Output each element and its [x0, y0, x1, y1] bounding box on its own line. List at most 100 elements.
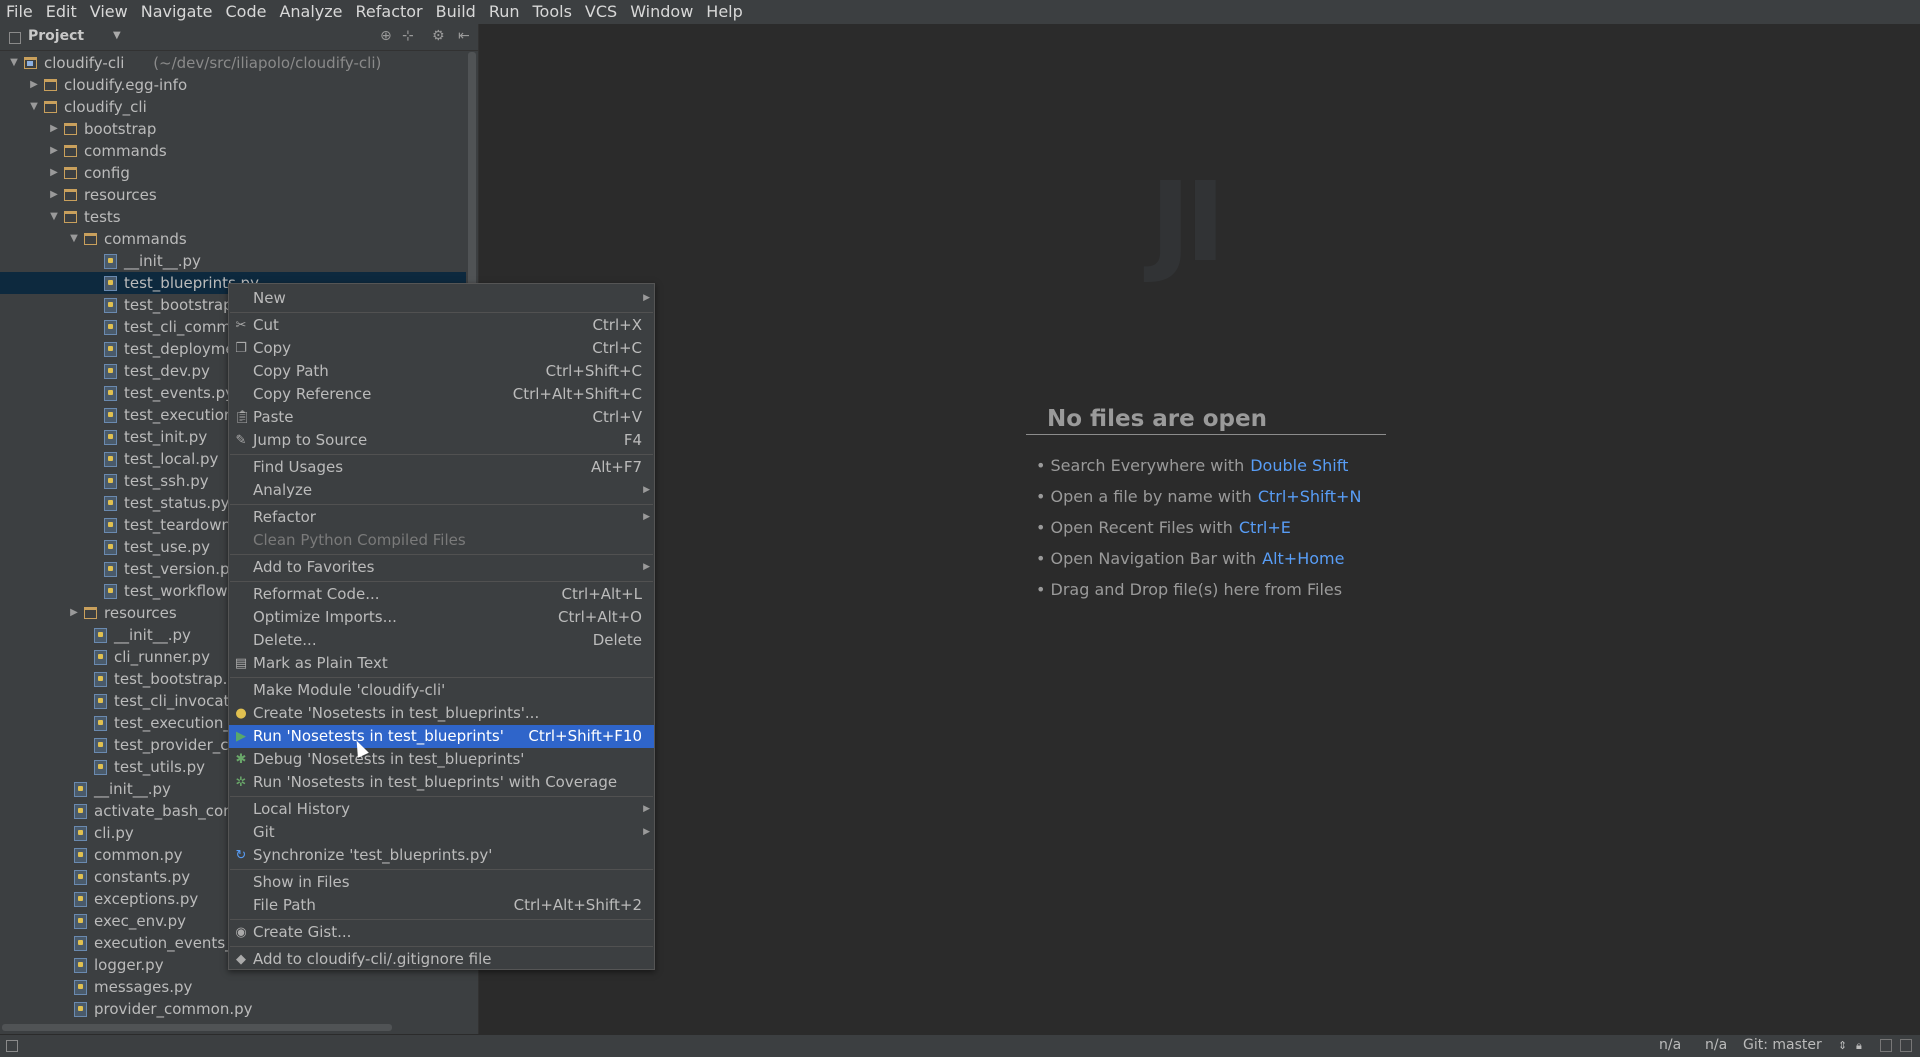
ctx-item-label: Git	[253, 823, 275, 841]
ctx-item-find-usages[interactable]: Find Usages Alt+F7	[229, 456, 654, 479]
menu-build[interactable]: Build	[430, 0, 483, 24]
ctx-item-create-gist[interactable]: ◉ Create Gist...	[229, 921, 654, 944]
ctx-item-add-to-favorites[interactable]: Add to Favorites ▶	[229, 556, 654, 579]
project-view-icon	[9, 32, 21, 44]
ctx-item-label: Mark as Plain Text	[253, 654, 388, 672]
hint-shortcut: Ctrl+E	[1238, 518, 1291, 537]
tree-node-label: constants.py	[94, 868, 191, 886]
menu-view[interactable]: View	[84, 0, 135, 24]
expanded-arrow-icon[interactable]: ▼	[68, 228, 80, 250]
menu-vcs[interactable]: VCS	[579, 0, 624, 24]
tree-node-label: test_bootstrap	[124, 296, 233, 314]
ctx-item-new[interactable]: New ▶	[229, 287, 654, 310]
tree-node-cloudify-egg-info[interactable]: ▶ cloudify.egg-info	[0, 74, 466, 96]
collapsed-arrow-icon[interactable]: ▶	[48, 184, 60, 206]
tree-node-messages-py[interactable]: messages.py	[0, 976, 466, 998]
python-file-icon	[74, 870, 87, 885]
cut-icon: ✂	[235, 318, 247, 333]
collapsed-arrow-icon[interactable]: ▶	[28, 74, 40, 96]
ctx-item-debug-nosetests-in-test-blueprints[interactable]: ✱ Debug 'Nosetests in test_blueprints'	[229, 748, 654, 771]
menu-analyze[interactable]: Analyze	[273, 0, 349, 24]
expanded-arrow-icon[interactable]: ▼	[8, 52, 20, 74]
scroll-from-source-icon[interactable]: ⊕	[380, 28, 392, 44]
ctx-item-make-module-cloudify-cli[interactable]: Make Module 'cloudify-cli'	[229, 679, 654, 702]
memory-indicator-icon[interactable]	[1880, 1039, 1892, 1052]
ctx-item-add-to-cloudify-cli-gitignore-file[interactable]: ◆ Add to cloudify-cli/.gitignore file	[229, 948, 654, 971]
collapsed-arrow-icon[interactable]: ▶	[48, 162, 60, 184]
line-separator[interactable]: n/a	[1705, 1037, 1727, 1053]
ctx-item-optimize-imports[interactable]: Optimize Imports... Ctrl+Alt+O	[229, 606, 654, 629]
ctx-item-show-in-files[interactable]: Show in Files	[229, 871, 654, 894]
menu-code[interactable]: Code	[220, 0, 274, 24]
menu-edit[interactable]: Edit	[40, 0, 84, 24]
ctx-item-copy[interactable]: ❐ Copy Ctrl+C	[229, 337, 654, 360]
tree-horizontal-scrollbar[interactable]	[2, 1024, 392, 1031]
folder-icon	[64, 211, 77, 223]
ctx-item-mark-as-plain-text[interactable]: ▤ Mark as Plain Text	[229, 652, 654, 675]
settings-gear-icon[interactable]: ⚙	[432, 28, 445, 44]
ctx-item-copy-reference[interactable]: Copy Reference Ctrl+Alt+Shift+C	[229, 383, 654, 406]
tree-node-tests[interactable]: ▼ tests	[0, 206, 466, 228]
ctx-item-file-path[interactable]: File Path Ctrl+Alt+Shift+2	[229, 894, 654, 917]
tree-node-label: test_deployme	[124, 340, 235, 358]
tree-node-label: activate_bash_comp	[94, 802, 248, 820]
hide-panel-icon[interactable]: ⇤	[458, 28, 470, 44]
menu-tools[interactable]: Tools	[527, 0, 579, 24]
lock-icon[interactable]: 🔒︎	[1856, 1039, 1862, 1053]
ctx-item-delete[interactable]: Delete... Delete	[229, 629, 654, 652]
tree-node-commands[interactable]: ▼ commands	[0, 228, 466, 250]
tree-node-cloudify-cli[interactable]: ▼ cloudify-cli (~/dev/src/iliapolo/cloudif…	[0, 52, 466, 74]
ctx-item-copy-path[interactable]: Copy Path Ctrl+Shift+C	[229, 360, 654, 383]
ctx-item-reformat-code[interactable]: Reformat Code... Ctrl+Alt+L	[229, 583, 654, 606]
ctx-item-local-history[interactable]: Local History ▶	[229, 798, 654, 821]
tree-node-init-py[interactable]: __init__.py	[0, 250, 466, 272]
tool-windows-toggle-icon[interactable]	[6, 1040, 18, 1052]
ctx-item-label: Run 'Nosetests in test_blueprints'	[253, 727, 504, 745]
sync-icon: ↻	[235, 848, 247, 863]
tree-node-cloudify-cli[interactable]: ▼ cloudify_cli	[0, 96, 466, 118]
menu-run[interactable]: Run	[483, 0, 527, 24]
python-file-icon	[104, 430, 117, 445]
tree-node-label: test_executior	[124, 406, 231, 424]
menu-separator	[230, 869, 653, 870]
vcs-branch[interactable]: Git: master	[1743, 1037, 1822, 1053]
menu-help[interactable]: Help	[700, 0, 749, 24]
collapsed-arrow-icon[interactable]: ▶	[48, 140, 60, 162]
notifications-icon[interactable]	[1900, 1039, 1912, 1052]
ctx-item-label: Refactor	[253, 508, 316, 526]
ctx-item-jump-to-source[interactable]: ✎ Jump to Source F4	[229, 429, 654, 452]
collapse-all-icon[interactable]: ⊹	[402, 28, 414, 44]
view-dropdown-icon[interactable]: ▼	[113, 30, 121, 41]
tree-node-bootstrap[interactable]: ▶ bootstrap	[0, 118, 466, 140]
ctx-item-paste[interactable]: 📋︎ Paste Ctrl+V	[229, 406, 654, 429]
ctx-item-refactor[interactable]: Refactor ▶	[229, 506, 654, 529]
ctx-item-shortcut: Ctrl+Shift+C	[545, 362, 642, 380]
expanded-arrow-icon[interactable]: ▼	[28, 96, 40, 118]
python-file-icon	[74, 804, 87, 819]
tree-node-config[interactable]: ▶ config	[0, 162, 466, 184]
python-file-icon	[94, 716, 107, 731]
ctx-item-run-nosetests-in-test-blueprints[interactable]: ▶ Run 'Nosetests in test_blueprints' Ctrl+…	[229, 725, 654, 748]
ctx-item-cut[interactable]: ✂ Cut Ctrl+X	[229, 314, 654, 337]
caret-position[interactable]: n/a	[1659, 1037, 1681, 1053]
tree-node-provider-common-py[interactable]: provider_common.py	[0, 998, 466, 1020]
branch-arrows-icon[interactable]: ⇕	[1838, 1039, 1847, 1052]
ctx-item-run-nosetests-in-test-blueprints-with-coverage[interactable]: ✲ Run 'Nosetests in test_blueprints' with…	[229, 771, 654, 794]
ctx-item-create-nosetests-in-test-blueprints[interactable]: ● Create 'Nosetests in test_blueprints'..…	[229, 702, 654, 725]
menu-window[interactable]: Window	[624, 0, 700, 24]
tree-node-label: cloudify.egg-info	[64, 76, 188, 94]
ctx-item-git[interactable]: Git ▶	[229, 821, 654, 844]
collapsed-arrow-icon[interactable]: ▶	[68, 602, 80, 624]
ctx-item-label: Reformat Code...	[253, 585, 380, 603]
collapsed-arrow-icon[interactable]: ▶	[48, 118, 60, 140]
python-file-icon	[104, 298, 117, 313]
menu-refactor[interactable]: Refactor	[350, 0, 430, 24]
ctx-item-analyze[interactable]: Analyze ▶	[229, 479, 654, 502]
expanded-arrow-icon[interactable]: ▼	[48, 206, 60, 228]
tree-node-resources[interactable]: ▶ resources	[0, 184, 466, 206]
ctx-item-shortcut: Ctrl+Alt+Shift+C	[512, 385, 642, 403]
menu-file[interactable]: File	[0, 0, 40, 24]
tree-node-commands[interactable]: ▶ commands	[0, 140, 466, 162]
ctx-item-synchronize-test-blueprints-py[interactable]: ↻ Synchronize 'test_blueprints.py'	[229, 844, 654, 867]
menu-navigate[interactable]: Navigate	[135, 0, 220, 24]
